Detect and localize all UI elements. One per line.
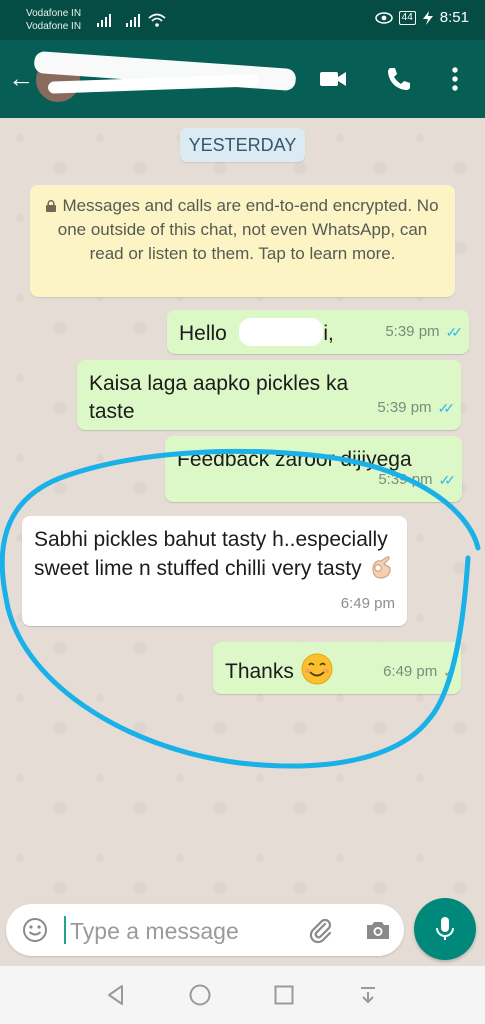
message-text-body: Sabhi pickles bahut tasty h..especially … bbox=[34, 528, 388, 580]
carrier-2: Vodafone IN bbox=[26, 21, 82, 32]
message-meta: 5:39 pm ✓✓ bbox=[377, 394, 456, 422]
read-ticks-icon: ✓✓ bbox=[445, 324, 464, 340]
message-time: 5:39 pm bbox=[377, 399, 432, 416]
system-nav-bar bbox=[0, 966, 485, 1024]
message-text: Feedback zaroor dijiyega bbox=[177, 448, 412, 471]
encryption-notice[interactable]: Messages and calls are end-to-end encryp… bbox=[30, 185, 455, 297]
notification-pulldown-icon[interactable] bbox=[356, 983, 380, 1007]
message-text: Thanks bbox=[225, 652, 334, 686]
message-time: 6:49 pm bbox=[340, 595, 395, 612]
microphone-button[interactable] bbox=[414, 898, 476, 960]
message-input[interactable] bbox=[68, 910, 272, 952]
sent-tick-icon: ✓ bbox=[443, 664, 454, 680]
text-caret bbox=[64, 916, 66, 944]
status-right: 44 8:51 bbox=[374, 9, 469, 26]
message-bubble-incoming[interactable]: Sabhi pickles bahut tasty h..especially … bbox=[22, 516, 407, 626]
carrier-1: Vodafone IN bbox=[26, 8, 82, 19]
message-meta: 5:39 pm ✓✓ bbox=[378, 466, 457, 494]
message-text: Kaisa laga aapko pickles ka taste bbox=[89, 372, 349, 423]
video-call-icon[interactable] bbox=[318, 64, 348, 94]
charging-icon bbox=[422, 10, 433, 25]
battery-level: 44 bbox=[398, 10, 416, 25]
message-bubble-outgoing[interactable]: Feedback zaroor dijiyega 5:39 pm ✓✓ bbox=[165, 436, 462, 502]
message-meta: 6:49 pm bbox=[341, 590, 395, 618]
message-meta: 6:49 pm ✓ bbox=[383, 658, 455, 686]
microphone-icon bbox=[436, 917, 454, 940]
wifi-icon bbox=[148, 13, 166, 27]
home-circle-icon[interactable] bbox=[188, 983, 212, 1007]
chat-area[interactable]: YESTERDAY Messages and calls are end-to-… bbox=[0, 118, 485, 898]
message-time: 5:39 pm bbox=[378, 471, 433, 488]
encryption-text: Messages and calls are end-to-end encryp… bbox=[57, 196, 439, 263]
camera-icon[interactable] bbox=[364, 916, 392, 944]
message-time: 6:49 pm bbox=[383, 663, 438, 680]
message-text-body: Thanks bbox=[225, 660, 294, 683]
back-triangle-icon[interactable] bbox=[104, 983, 128, 1007]
status-bar: Vodafone IN Vodafone IN 44 8:51 bbox=[0, 0, 485, 40]
read-ticks-icon: ✓✓ bbox=[437, 400, 456, 416]
smiling-face-emoji-icon bbox=[301, 653, 333, 685]
message-bubble-outgoing[interactable]: Kaisa laga aapko pickles ka taste 5:39 p… bbox=[77, 360, 461, 430]
voice-call-icon[interactable] bbox=[384, 64, 414, 94]
message-text-start: Hello bbox=[179, 322, 227, 345]
message-text: Sabhi pickles bahut tasty h..especially … bbox=[34, 526, 404, 583]
eye-comfort-icon bbox=[374, 11, 393, 24]
attach-paperclip-icon[interactable] bbox=[306, 916, 334, 944]
read-ticks-icon: ✓✓ bbox=[438, 472, 457, 488]
lock-icon bbox=[46, 200, 57, 212]
ok-hand-emoji-icon bbox=[372, 556, 392, 579]
signal-2-icon bbox=[126, 14, 140, 27]
more-options-icon[interactable] bbox=[440, 64, 470, 94]
redaction bbox=[239, 318, 323, 346]
message-time: 5:39 pm bbox=[385, 323, 440, 340]
date-chip: YESTERDAY bbox=[180, 128, 305, 162]
back-arrow-icon[interactable]: ← bbox=[8, 65, 34, 91]
message-meta: 5:39 pm ✓✓ bbox=[385, 318, 464, 346]
message-input-bar bbox=[6, 904, 404, 956]
recents-square-icon[interactable] bbox=[272, 983, 296, 1007]
signal-1-icon bbox=[97, 14, 111, 27]
clock: 8:51 bbox=[439, 9, 469, 26]
emoji-icon[interactable] bbox=[22, 917, 48, 943]
message-bubble-outgoing[interactable]: Thanks 6:49 pm ✓ bbox=[213, 642, 461, 694]
message-bubble-outgoing[interactable]: Hello Ji, 5:39 pm ✓✓ bbox=[167, 310, 469, 354]
chat-header: ← bbox=[0, 40, 485, 118]
